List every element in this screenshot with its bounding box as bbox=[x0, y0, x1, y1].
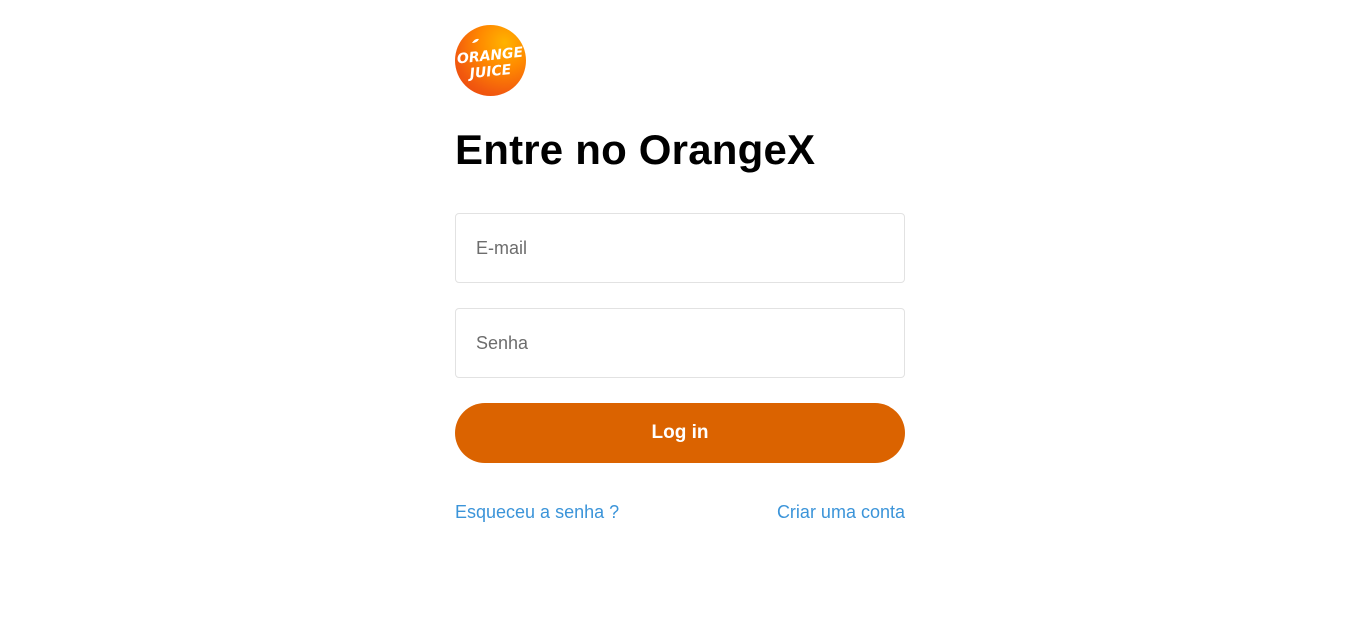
password-field[interactable] bbox=[455, 308, 905, 378]
logo-lettering: ORANGE JUICE bbox=[456, 38, 524, 83]
forgot-password-link[interactable]: Esqueceu a senha ? bbox=[455, 502, 619, 523]
logo-text-line2: JUICE bbox=[466, 62, 512, 83]
login-form: ORANGE JUICE Entre no OrangeX Log in Esq… bbox=[455, 25, 905, 523]
email-field[interactable] bbox=[455, 213, 905, 283]
login-page: ORANGE JUICE Entre no OrangeX Log in Esq… bbox=[0, 0, 1363, 639]
auth-links: Esqueceu a senha ? Criar uma conta bbox=[455, 502, 905, 523]
page-title: Entre no OrangeX bbox=[455, 126, 816, 173]
login-button[interactable]: Log in bbox=[455, 403, 905, 463]
orange-juice-logo-icon: ORANGE JUICE bbox=[455, 25, 526, 96]
login-button-label: Log in bbox=[651, 422, 709, 443]
create-account-link[interactable]: Criar uma conta bbox=[777, 502, 905, 523]
